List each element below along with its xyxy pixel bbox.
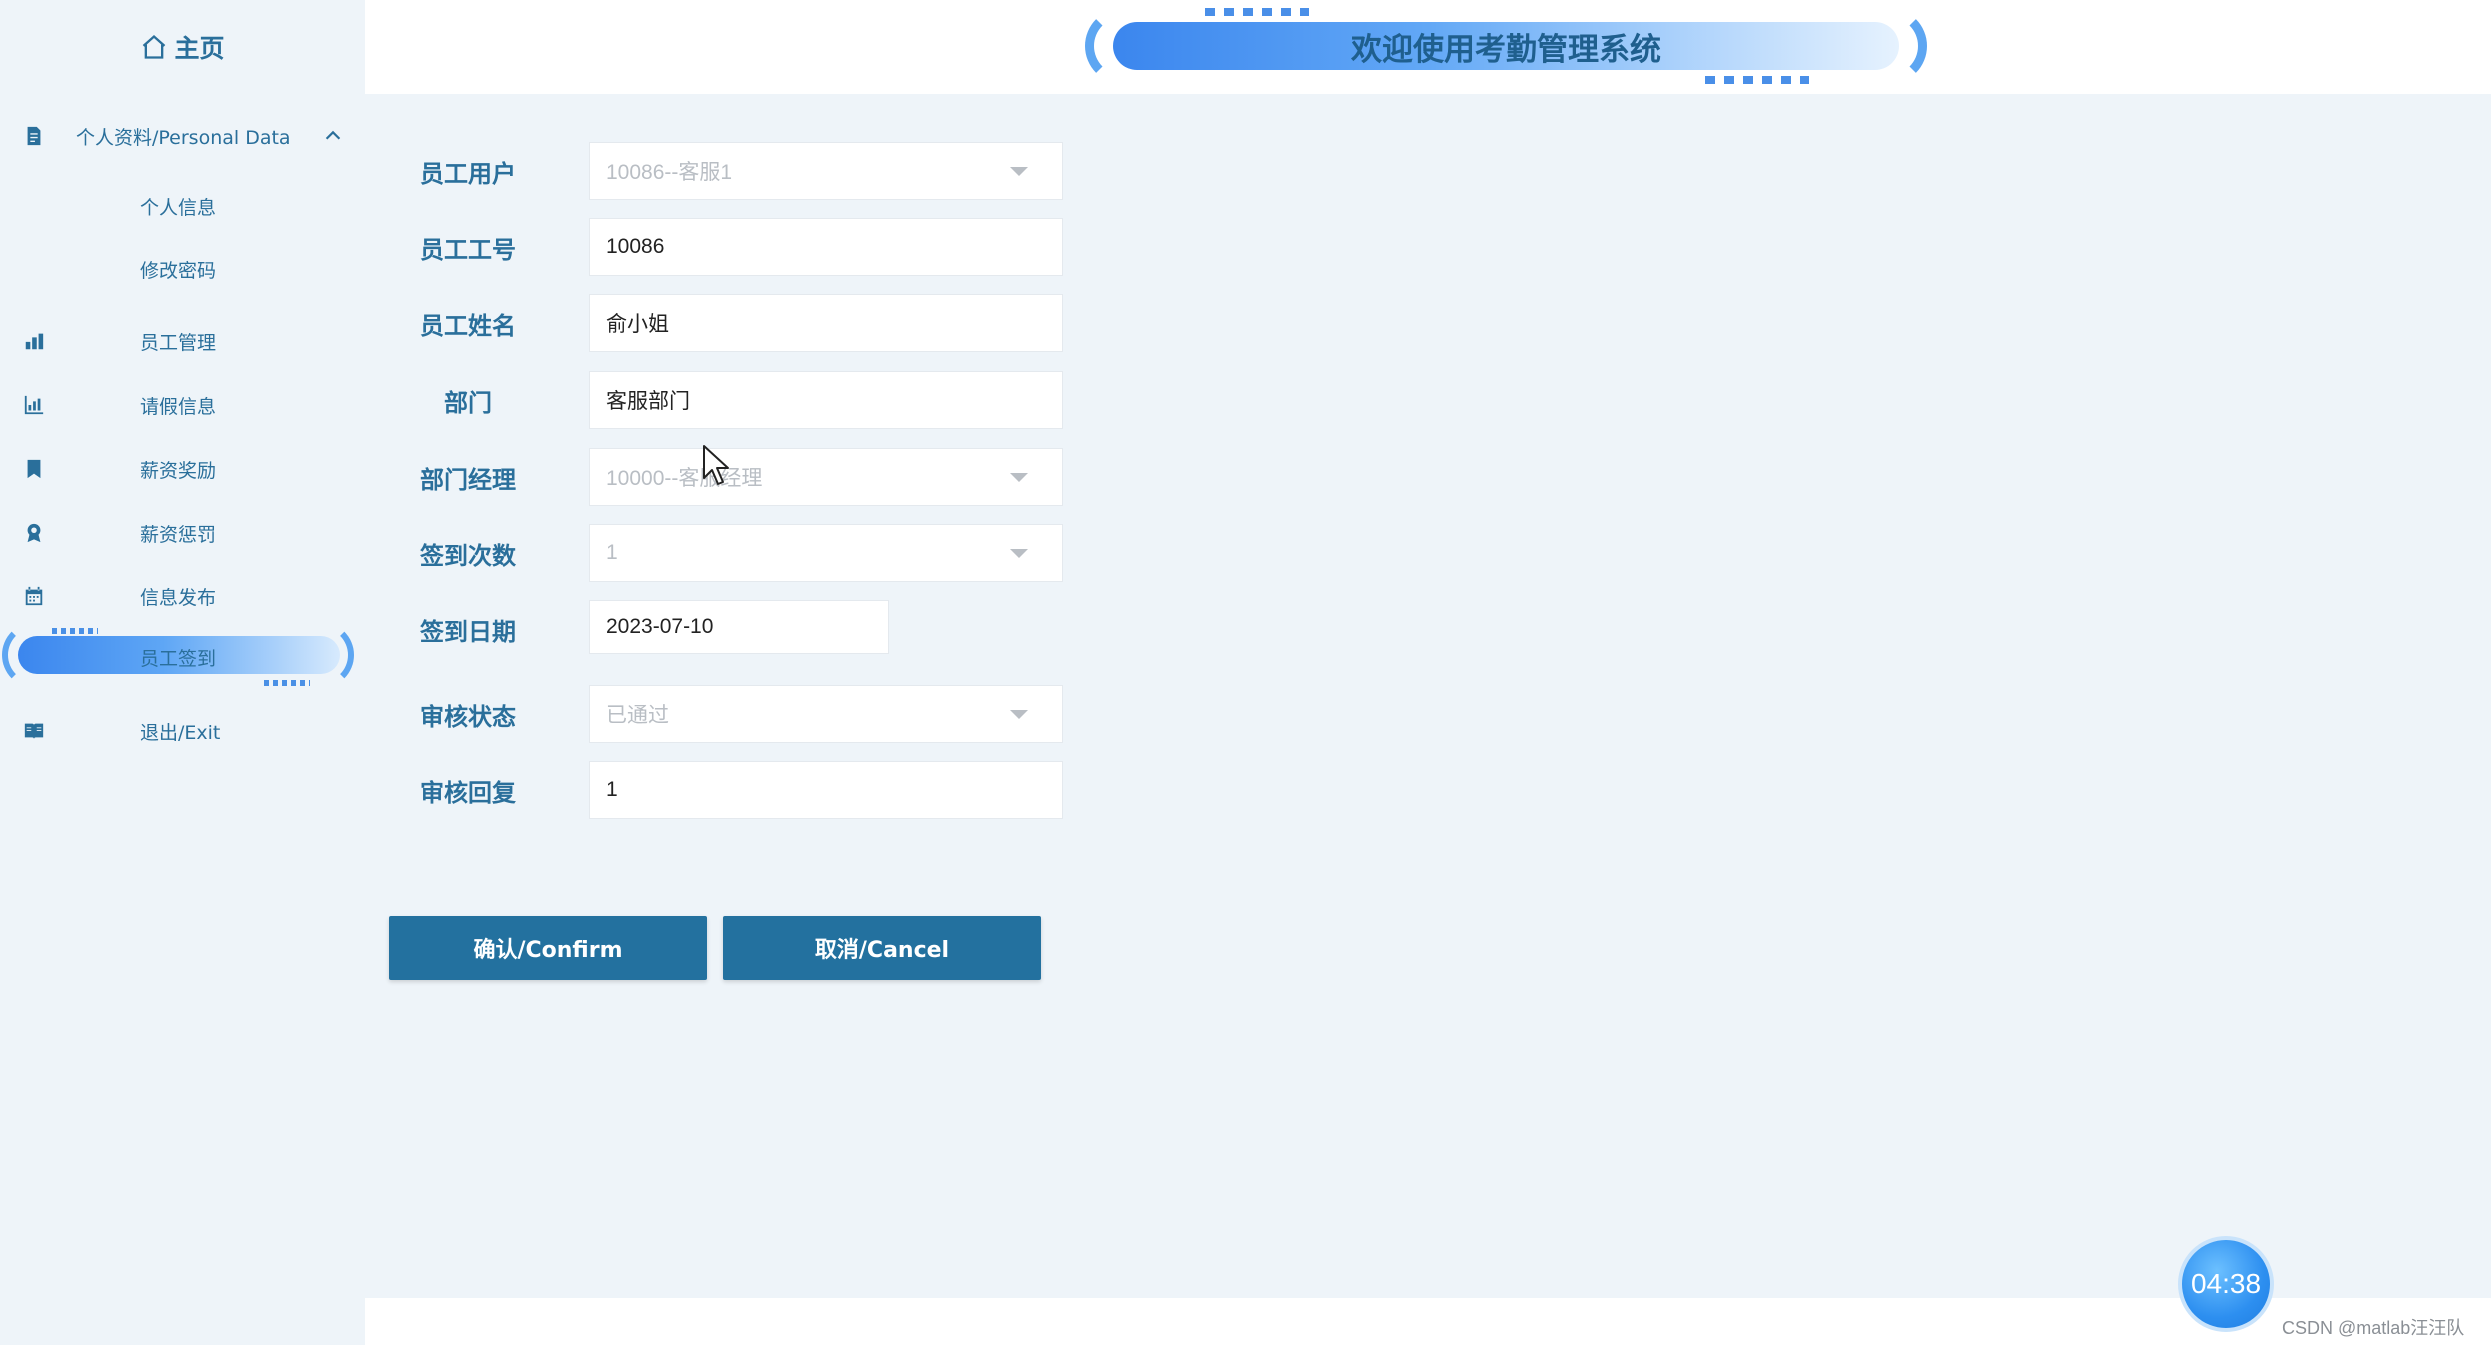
bar-chart-icon: [22, 393, 46, 417]
title-banner: 欢迎使用考勤管理系统: [1085, 6, 1927, 86]
sidebar: 主页 个人资料/Personal Data 个人信息 修改密码 员工管理 请假信…: [0, 0, 365, 1345]
watermark: CSDN @matlab汪汪队: [2282, 1318, 2465, 1338]
cancel-button[interactable]: 取消/Cancel: [723, 916, 1041, 980]
decorative-dots: [1205, 8, 1309, 16]
sidebar-item-label: 退出/Exit: [140, 721, 221, 744]
field-value: 10086: [606, 235, 665, 258]
sidebar-item-salary-reward[interactable]: 薪资奖励: [0, 441, 365, 497]
field-label: 审核状态: [420, 702, 516, 731]
review-status-select[interactable]: 已通过: [589, 685, 1063, 743]
home-label: 主页: [174, 34, 225, 63]
footer-bar: [365, 1298, 2491, 1345]
decorative-dots: [1705, 76, 1809, 84]
sidebar-item-label: 个人信息: [140, 196, 217, 219]
main-content: 员工用户 10086--客服1 员工工号 10086 员工姓名 俞小姐 部门 客…: [365, 94, 2491, 1298]
decorative-dots: [52, 628, 98, 634]
sidebar-item-label: 薪资惩罚: [140, 523, 217, 546]
dropdown-arrow-icon: [1010, 710, 1028, 719]
form-row-checkin-date: 签到日期 2023-07-10: [365, 600, 1165, 658]
confirm-button[interactable]: 确认/Confirm: [389, 916, 707, 980]
form-row-department: 部门 客服部门: [365, 371, 1165, 429]
field-value: 已通过: [606, 704, 669, 727]
sidebar-item-info-publish[interactable]: 信息发布: [0, 568, 365, 624]
sidebar-item-employee-checkin[interactable]: 员工签到: [2, 622, 354, 688]
sidebar-item-label: 薪资奖励: [140, 459, 217, 482]
dropdown-arrow-icon: [1010, 549, 1028, 558]
form-row-department-manager: 部门经理 10000--客服经理: [365, 448, 1165, 506]
checkin-date-input[interactable]: 2023-07-10: [589, 600, 889, 654]
page-title: 欢迎使用考勤管理系统: [1351, 31, 1661, 68]
sidebar-item-leave-info[interactable]: 请假信息: [0, 377, 365, 433]
chevron-up-icon[interactable]: [322, 125, 344, 147]
sidebar-item-label: 员工签到: [140, 648, 217, 670]
bookmark-icon: [22, 457, 46, 481]
sidebar-item-exit[interactable]: 退出/Exit: [0, 703, 365, 759]
field-label: 部门: [444, 388, 492, 417]
recording-timer: 04:38: [2178, 1236, 2274, 1332]
employee-number-input[interactable]: 10086: [589, 218, 1063, 276]
decorative-dots: [264, 680, 310, 686]
field-value: 1: [606, 541, 618, 564]
sidebar-item-employee-management[interactable]: 员工管理: [0, 313, 365, 369]
calendar-icon: [22, 584, 46, 608]
sidebar-group-label: 个人资料/Personal Data: [76, 126, 291, 149]
home-link[interactable]: 主页: [0, 22, 365, 72]
employee-user-select[interactable]: 10086--客服1: [589, 142, 1063, 200]
building-chart-icon: [22, 329, 46, 353]
header: 欢迎使用考勤管理系统: [365, 0, 2491, 94]
form-row-checkin-count: 签到次数 1: [365, 524, 1165, 582]
badge-icon: [22, 521, 46, 545]
form-row-review-reply: 审核回复 1: [365, 761, 1165, 819]
sidebar-group-personal-data[interactable]: 个人资料/Personal Data: [0, 108, 365, 164]
form-row-employee-name: 员工姓名 俞小姐: [365, 294, 1165, 352]
field-value: 客服部门: [606, 390, 690, 413]
employee-name-input[interactable]: 俞小姐: [589, 294, 1063, 352]
field-label: 员工用户: [420, 159, 516, 188]
field-value: 2023-07-10: [606, 615, 714, 638]
field-value: 1: [606, 778, 618, 801]
form-row-employee-number: 员工工号 10086: [365, 218, 1165, 276]
review-reply-input[interactable]: 1: [589, 761, 1063, 819]
field-value: 10000--客服经理: [606, 467, 763, 490]
document-icon: [22, 124, 46, 148]
checkin-count-select[interactable]: 1: [589, 524, 1063, 582]
sidebar-item-change-password[interactable]: 修改密码: [0, 241, 365, 297]
field-label: 签到次数: [420, 541, 516, 570]
sidebar-item-personal-info[interactable]: 个人信息: [0, 178, 365, 234]
field-label: 员工工号: [420, 235, 516, 264]
sidebar-item-label: 修改密码: [140, 259, 217, 282]
sidebar-item-label: 请假信息: [140, 395, 217, 418]
mouse-cursor-icon: [703, 445, 729, 485]
dropdown-arrow-icon: [1010, 167, 1028, 176]
field-value: 俞小姐: [606, 313, 669, 336]
sidebar-item-label: 员工管理: [140, 331, 217, 354]
form-row-review-status: 审核状态 已通过: [365, 685, 1165, 743]
sidebar-item-label: 信息发布: [140, 586, 217, 609]
home-icon: [143, 34, 166, 59]
book-icon: [22, 719, 46, 743]
department-input[interactable]: 客服部门: [589, 371, 1063, 429]
form-row-employee-user: 员工用户 10086--客服1: [365, 142, 1165, 200]
field-label: 部门经理: [420, 465, 516, 494]
dropdown-arrow-icon: [1010, 473, 1028, 482]
field-label: 员工姓名: [420, 311, 516, 340]
field-label: 签到日期: [420, 617, 516, 646]
department-manager-select[interactable]: 10000--客服经理: [589, 448, 1063, 506]
field-label: 审核回复: [420, 778, 516, 807]
sidebar-item-salary-penalty[interactable]: 薪资惩罚: [0, 505, 365, 561]
field-value: 10086--客服1: [606, 161, 733, 184]
